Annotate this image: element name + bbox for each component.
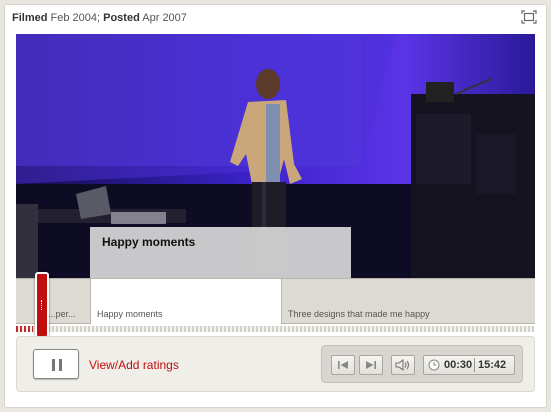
scrubber-grip — [41, 300, 43, 310]
pause-icon — [52, 359, 55, 371]
current-time: 00:30 — [444, 359, 473, 371]
time-divider — [474, 358, 475, 372]
filmed-date: Feb 2004; — [50, 12, 101, 24]
next-button[interactable] — [359, 355, 383, 375]
total-duration: 15:42 — [478, 359, 507, 371]
time-display: 00:30 15:42 — [423, 355, 515, 375]
chapter-label: ...per... — [48, 309, 76, 319]
chapter-bar: ...per... Happy moments Three designs th… — [16, 278, 535, 324]
control-bar: View/Add ratings 00:30 15:42 — [16, 336, 535, 392]
playback-controls: 00:30 15:42 — [321, 345, 523, 383]
clock-icon — [428, 359, 440, 371]
previous-icon — [338, 361, 348, 369]
playhead-scrubber[interactable] — [35, 272, 49, 338]
chapter-item[interactable]: Three designs that made me happy — [281, 279, 535, 324]
chapter-item[interactable]: ...per... — [16, 279, 90, 324]
chapter-item-active[interactable]: Happy moments — [90, 279, 281, 324]
volume-icon — [395, 358, 410, 372]
posted-label: Posted — [103, 12, 140, 24]
filmed-label: Filmed — [12, 12, 48, 24]
next-icon — [366, 361, 376, 369]
volume-button[interactable] — [391, 355, 415, 375]
talk-meta: Filmed Feb 2004; Posted Apr 2007 — [12, 12, 187, 24]
chapter-label: Happy moments — [97, 309, 163, 319]
pause-button[interactable] — [33, 349, 79, 379]
tooltip-title: Happy moments — [102, 235, 196, 249]
chapter-tooltip: Happy moments — [90, 227, 351, 279]
posted-date: Apr 2007 — [142, 12, 187, 24]
view-add-ratings-link[interactable]: View/Add ratings — [89, 358, 179, 372]
fullscreen-icon[interactable] — [521, 10, 537, 24]
progress-fill — [16, 326, 33, 332]
previous-button[interactable] — [331, 355, 355, 375]
progress-track[interactable] — [16, 326, 535, 332]
chapter-label: Three designs that made me happy — [288, 309, 430, 319]
